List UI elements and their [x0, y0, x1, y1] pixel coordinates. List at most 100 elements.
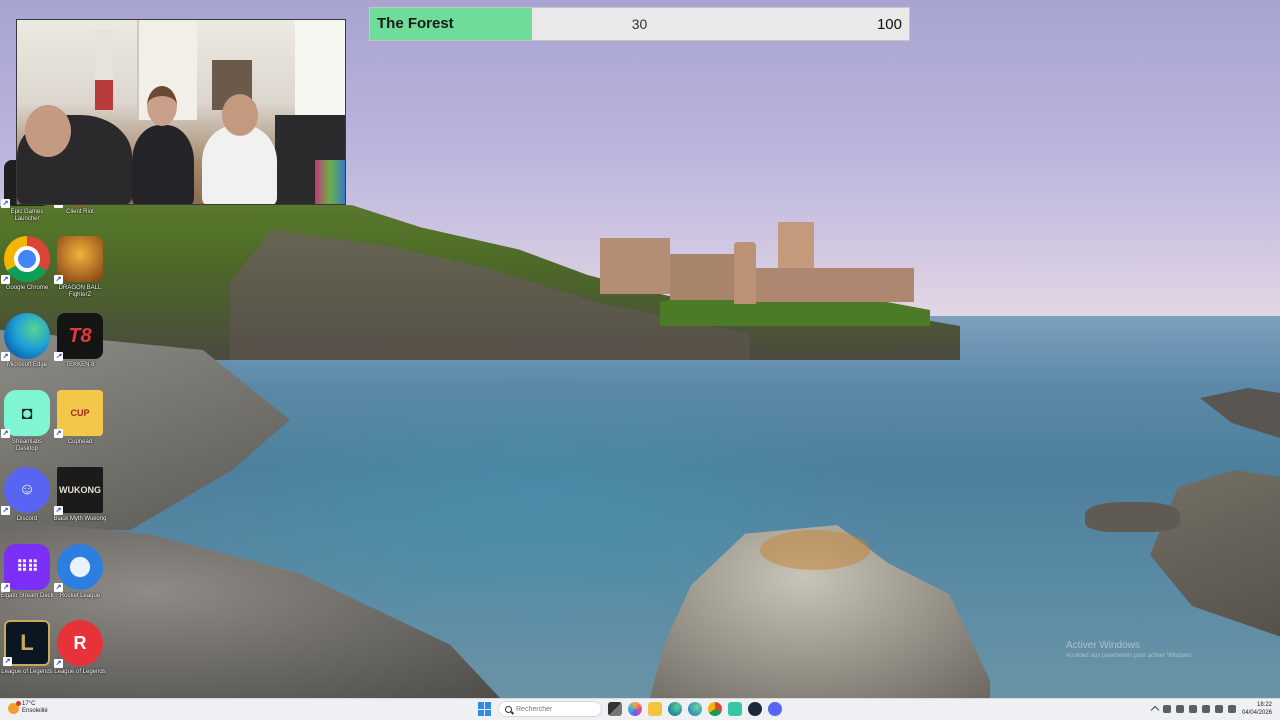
shortcut-arrow-icon: ↗ [1, 352, 10, 361]
desktop-icon-label: Microsoft Edge [6, 362, 48, 368]
stream-deck-icon: ⠿⠿ ↗ [1, 544, 50, 592]
tray-app-icon[interactable] [1163, 704, 1171, 713]
rocket-league-icon: ↗ [54, 544, 103, 592]
desktop-icon-label: Epic Games Launcher [10, 209, 44, 222]
watermark-subtitle: Accédez aux paramètres pour activer Wind… [1066, 653, 1194, 659]
desktop-icon-label: Google Chrome [5, 285, 49, 291]
search-icon [505, 705, 512, 713]
activate-windows-watermark: Activer Windows Accédez aux paramètres p… [1066, 640, 1193, 659]
wallpaper-right-rock-small [1085, 502, 1180, 532]
shortcut-arrow-icon: ↗ [54, 429, 63, 438]
desktop-icon-label: League of Legends [54, 669, 106, 675]
weather-text: 17°C Ensoleillé [22, 701, 48, 715]
desktop-icon-label: Black Myth Wukong [53, 516, 107, 522]
windows-logo-pane [478, 702, 484, 709]
wallpaper-castle-wall [756, 268, 914, 302]
webcam-head-left [25, 105, 71, 157]
shortcut-arrow-icon: ↗ [3, 657, 12, 666]
riot-league-icon: R ↗ [54, 620, 103, 668]
discord-icon: ☺ ↗ [1, 467, 50, 515]
shortcut-arrow-icon: ↗ [1, 506, 10, 515]
desktop-icon[interactable]: T8 ↗ TEKKEN 8 [53, 313, 107, 385]
desktop-icon[interactable]: ↗ Microsoft Edge [0, 313, 54, 385]
streamlabs-taskbar-icon[interactable] [728, 702, 742, 716]
desktop-icon[interactable]: ↗ Rocket League [53, 544, 107, 616]
system-tray [1150, 704, 1236, 715]
desktop-icon[interactable]: CUP ↗ Cuphead [53, 390, 107, 462]
file-explorer-icon[interactable] [648, 702, 662, 716]
desktop-icon[interactable]: ↗ DRAGON BALL FighterZ [53, 236, 107, 308]
webcam-standing-person [95, 30, 113, 110]
desktop-icon-label: Discord [16, 516, 38, 522]
watermark-title: Activer Windows [1066, 640, 1140, 651]
edge-taskbar-icon[interactable] [668, 702, 682, 716]
webcam-person-right [202, 125, 277, 204]
wallpaper-castle-wall [600, 238, 670, 294]
edge-icon: ↗ [1, 313, 50, 361]
wallpaper-castle-tower [734, 242, 756, 304]
desktop-icon[interactable]: WUKONG ↗ Black Myth Wukong [53, 467, 107, 539]
chrome-taskbar-icon[interactable] [708, 702, 722, 716]
streamlabs-icon: ◘ ↗ [1, 390, 50, 438]
shortcut-arrow-icon: ↗ [1, 275, 10, 284]
taskbar-search[interactable] [498, 701, 602, 717]
desktop-icon[interactable]: ⠿⠿ ↗ Elgato Stream Deck [0, 544, 54, 616]
shortcut-arrow-icon: ↗ [54, 583, 63, 592]
shortcut-arrow-icon: ↗ [54, 275, 63, 284]
steam-taskbar-icon[interactable] [748, 702, 762, 716]
network-icon[interactable] [1202, 704, 1210, 713]
sun-icon [8, 700, 21, 714]
volume-icon[interactable] [1215, 704, 1223, 713]
webcam-head-middle [147, 86, 177, 126]
webcam-overlay [16, 19, 346, 205]
clock-time: 18:22 [1256, 702, 1272, 708]
desktop-icon[interactable]: L ↗ League of Legends [0, 620, 54, 692]
desktop-icon[interactable]: R ↗ League of Legends [53, 620, 107, 692]
desktop-icon[interactable]: ↗ Google Chrome [0, 236, 54, 308]
shortcut-arrow-icon: ↗ [54, 659, 63, 668]
battery-icon[interactable] [1228, 704, 1236, 713]
shortcut-arrow-icon: ↗ [1, 429, 10, 438]
desktop-icon[interactable]: ☺ ↗ Discord [0, 467, 54, 539]
discord-taskbar-icon[interactable] [768, 702, 782, 716]
weather-widget[interactable]: 17°C Ensoleillé [8, 700, 48, 715]
microphone-icon[interactable] [1189, 704, 1197, 713]
dragonball-fighterz-icon: ↗ [54, 236, 103, 284]
shortcut-arrow-icon: ↗ [54, 506, 63, 515]
search-input[interactable] [516, 705, 596, 713]
desktop-icon-label: League of Legends [1, 669, 53, 675]
copilot-icon[interactable] [628, 702, 642, 716]
league-of-legends-icon: L ↗ [3, 620, 50, 666]
desktop-icon-label: Cuphead [67, 439, 93, 445]
windows-logo-pane [485, 702, 491, 709]
task-view-icon[interactable] [608, 702, 622, 716]
shortcut-arrow-icon: ↗ [54, 352, 63, 361]
taskbar-clock[interactable]: 18:22 04/04/2026 [1242, 701, 1272, 717]
progress-max-value: 100 [876, 16, 902, 33]
alert-dot-icon [16, 700, 21, 706]
desktop-icon-label: Streamlabs Desktop [11, 439, 43, 452]
weather-description: Ensoleillé [22, 708, 48, 714]
tray-app-icon[interactable] [1176, 704, 1184, 713]
chevron-up-icon[interactable] [1150, 705, 1160, 715]
desktop-icon-label: TEKKEN 8 [65, 362, 95, 368]
taskbar: 17°C Ensoleillé 18:22 04/04/2026 [0, 698, 1280, 720]
desktop-icon-label: DRAGON BALL FighterZ [58, 285, 102, 298]
webcam-head-right [222, 94, 258, 136]
windows-logo-pane [485, 709, 491, 716]
wukong-icon: WUKONG ↗ [54, 467, 103, 515]
progress-title: The Forest [377, 15, 454, 32]
tekken-icon: T8 ↗ [54, 313, 103, 361]
edge-beta-taskbar-icon[interactable] [688, 702, 702, 716]
cuphead-icon: CUP ↗ [54, 390, 103, 438]
start-button[interactable] [478, 702, 492, 716]
shortcut-arrow-icon: ↗ [1, 583, 10, 592]
windows-logo-pane [478, 709, 484, 716]
webcam-person-middle [132, 125, 194, 204]
wallpaper-lichen [760, 530, 870, 570]
weather-temperature: 17°C [22, 701, 36, 707]
desktop-icon-label: Elgato Stream Deck [0, 593, 54, 599]
webcam-rgb-keyboard [315, 160, 345, 204]
desktop-icon[interactable]: ◘ ↗ Streamlabs Desktop [0, 390, 54, 462]
desktop-icon-label: Rocket League [59, 593, 101, 599]
